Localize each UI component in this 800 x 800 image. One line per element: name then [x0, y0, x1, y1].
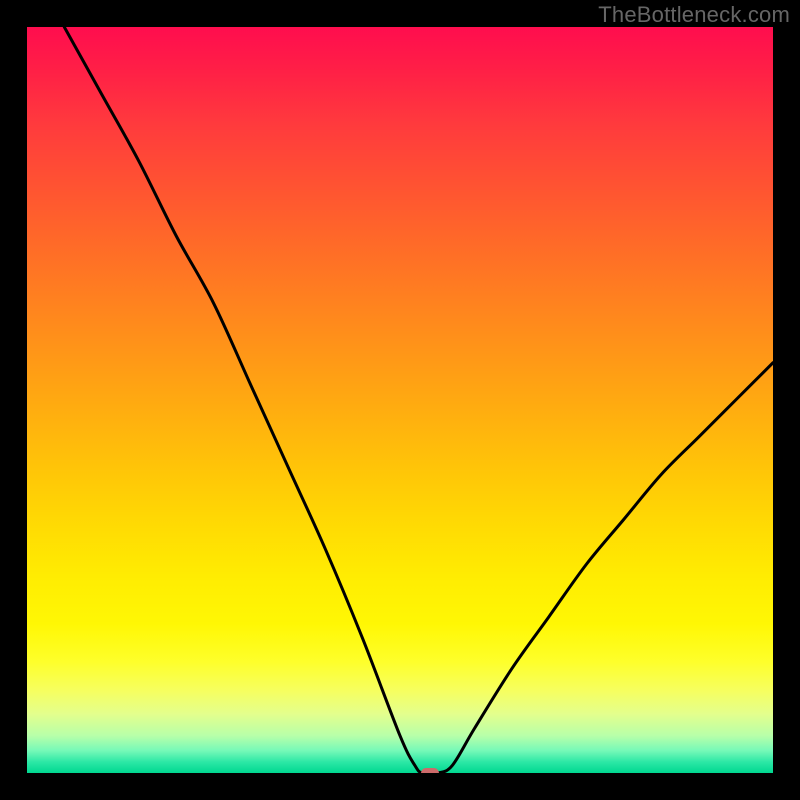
curve-path	[64, 27, 773, 773]
watermark-text: TheBottleneck.com	[598, 2, 790, 28]
plot-area	[27, 27, 773, 773]
chart-frame: TheBottleneck.com	[0, 0, 800, 800]
bottleneck-curve	[27, 27, 773, 773]
minimum-marker	[421, 768, 439, 773]
